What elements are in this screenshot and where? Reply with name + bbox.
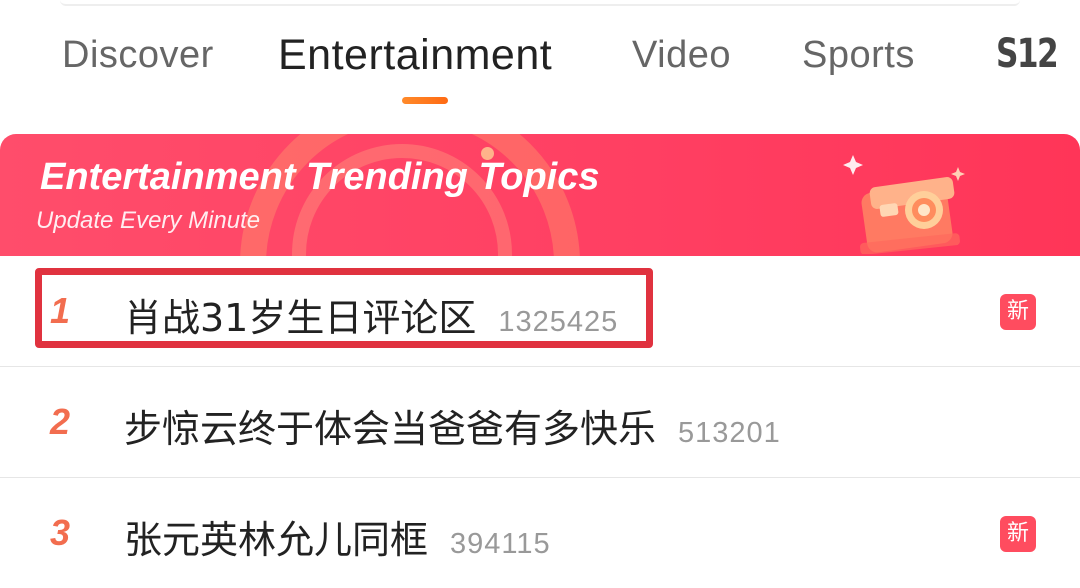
topic-count: 513201: [678, 417, 781, 449]
tab-sports[interactable]: Sports: [802, 34, 915, 77]
list-item[interactable]: 3 张元英林允儿同框 394115 新: [0, 478, 1080, 588]
rank-number: 1: [50, 290, 71, 331]
rank-number: 2: [50, 401, 71, 442]
tab-entertainment[interactable]: Entertainment: [278, 31, 552, 80]
category-tabs: Discover Entertainment Video Sports S12: [0, 20, 1080, 110]
trending-list: 1 肖战31岁生日评论区 1325425 新 2 步惊云终于体会当爸爸有多快乐 51…: [0, 256, 1080, 588]
tab-discover[interactable]: Discover: [62, 34, 214, 77]
tab-s12[interactable]: S12: [996, 31, 1059, 77]
topic-title-text: 张元英林允儿同框: [124, 518, 429, 562]
topic-count: 394115: [450, 528, 551, 560]
active-tab-indicator: [402, 97, 448, 104]
rank-number: 3: [50, 512, 71, 553]
topic-title-text: 肖战31岁生日评论区: [124, 296, 477, 340]
trending-banner: Entertainment Trending Topics Update Eve…: [0, 134, 1080, 256]
topic-title[interactable]: 张元英林允儿同框 394115: [124, 509, 551, 564]
camera-icon: [843, 155, 965, 254]
banner-subtitle: Update Every Minute: [36, 207, 261, 234]
list-item[interactable]: 2 步惊云终于体会当爸爸有多快乐 513201: [0, 367, 1080, 478]
topic-title[interactable]: 肖战31岁生日评论区 1325425: [124, 287, 618, 342]
topic-title-text: 步惊云终于体会当爸爸有多快乐: [124, 407, 657, 451]
list-item[interactable]: 1 肖战31岁生日评论区 1325425 新: [0, 256, 1080, 367]
search-bar-edge: [60, 0, 1020, 6]
banner-title: Entertainment Trending Topics: [40, 156, 600, 198]
new-badge: 新: [1000, 516, 1036, 552]
new-badge: 新: [1000, 294, 1036, 330]
tab-video[interactable]: Video: [632, 34, 731, 77]
topic-count: 1325425: [498, 306, 619, 338]
topic-title[interactable]: 步惊云终于体会当爸爸有多快乐 513201: [124, 398, 781, 453]
